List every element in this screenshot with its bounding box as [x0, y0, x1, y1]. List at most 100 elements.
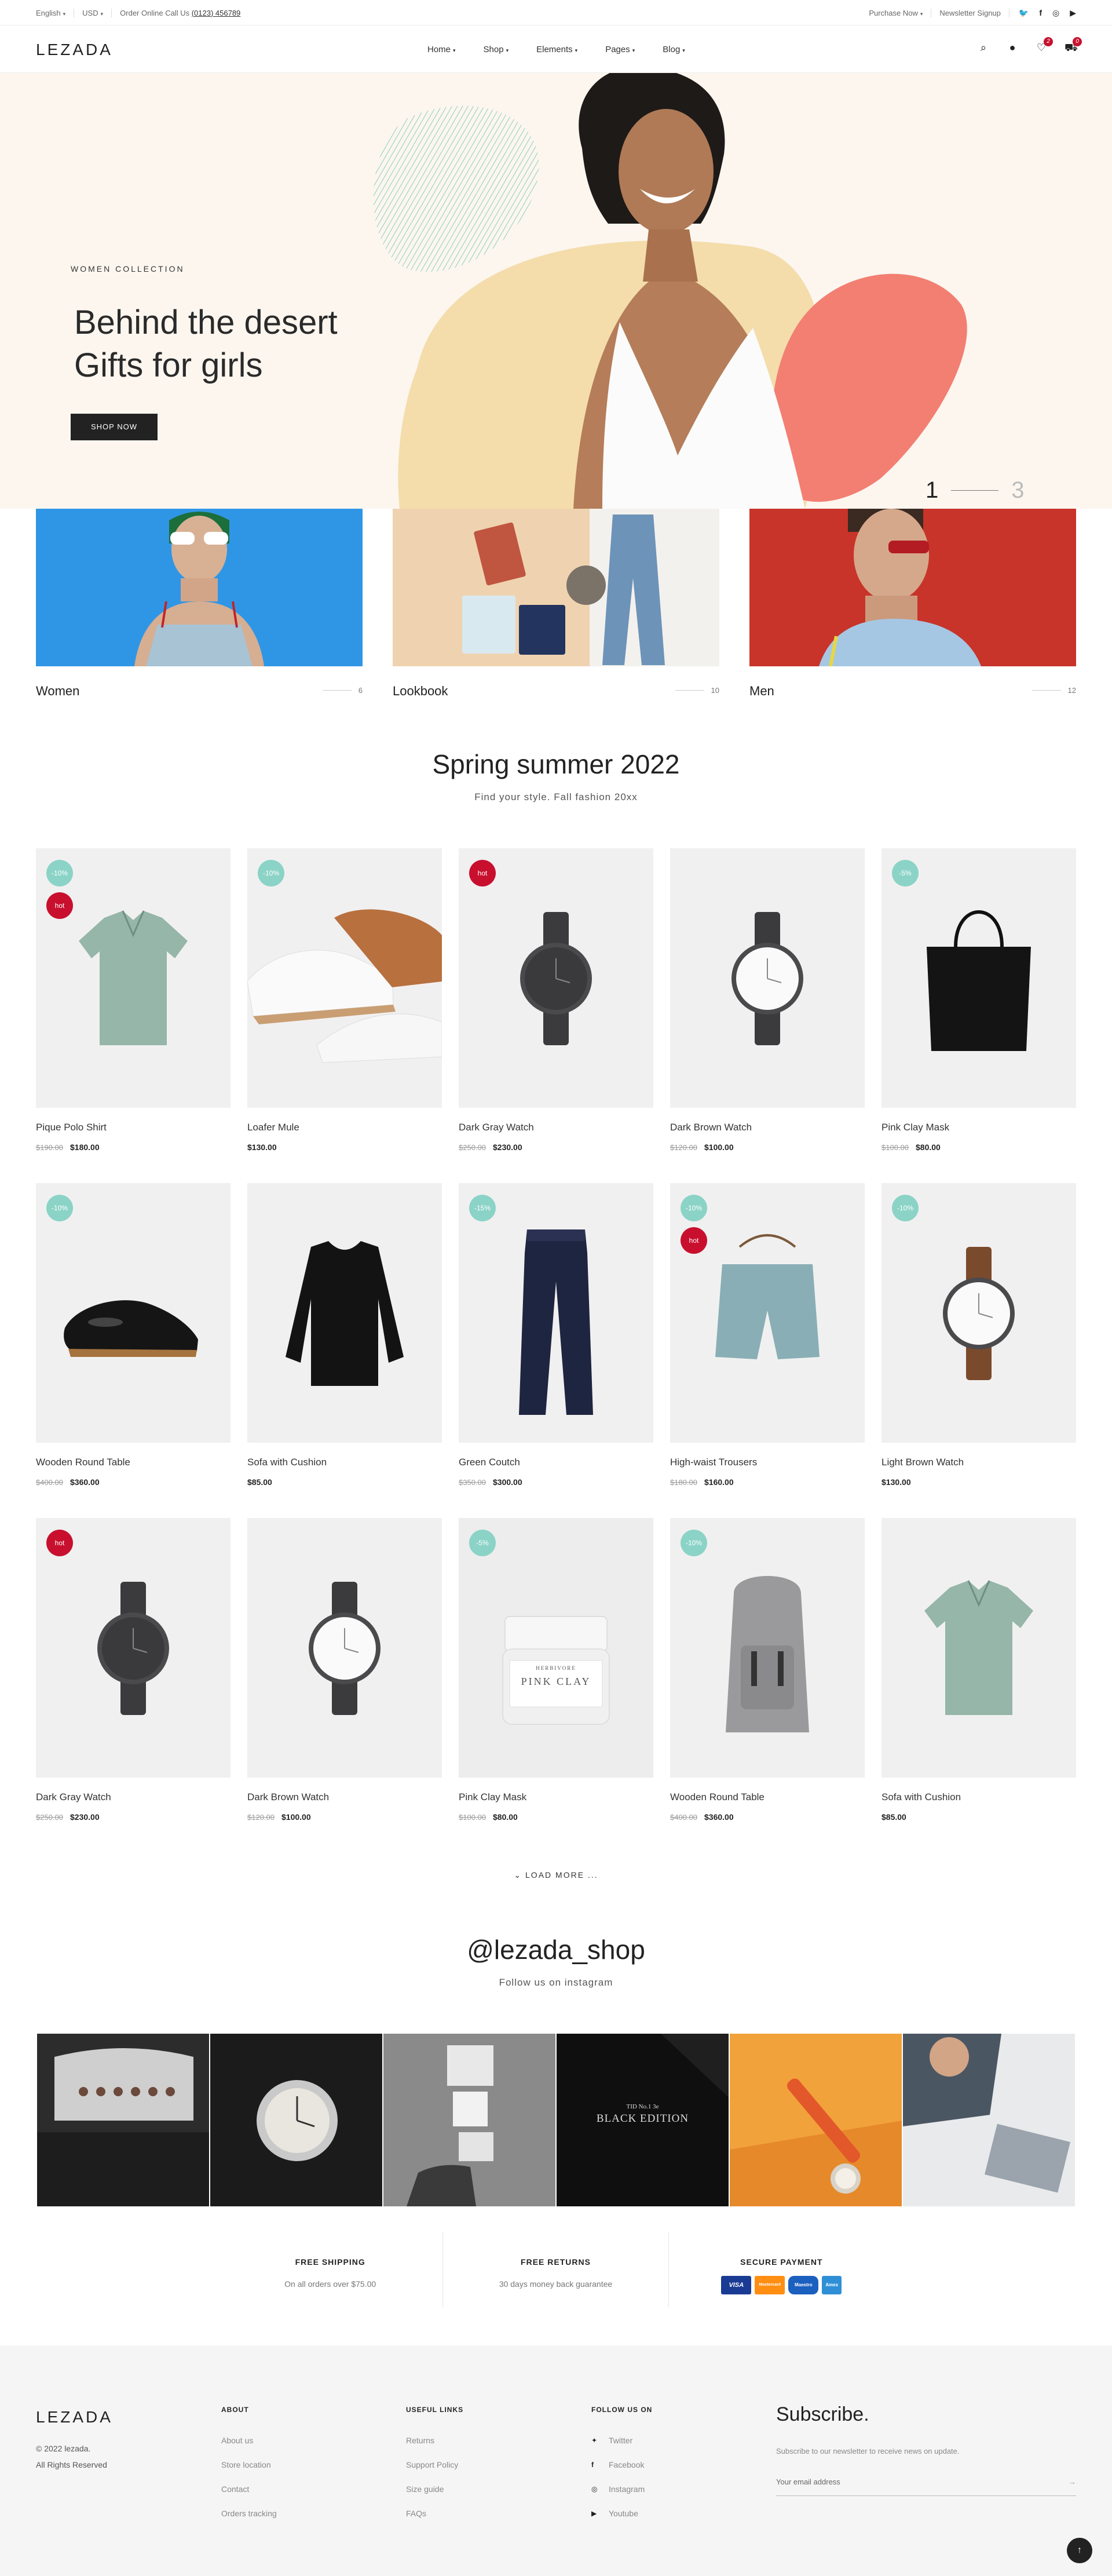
- nav-blog[interactable]: Blog ▾: [663, 45, 685, 54]
- women-illustration: [134, 512, 264, 666]
- product-image[interactable]: -10% hot: [670, 1183, 865, 1443]
- product-card[interactable]: -10% Wooden Round Table $400.00 $360.00: [36, 1183, 231, 1487]
- product-image[interactable]: HERBIVORE PINK CLAY -5%: [459, 1518, 653, 1778]
- tile-caption-small: TID No.1 3e: [626, 2103, 659, 2110]
- currency-select[interactable]: USD ▾: [82, 8, 112, 17]
- footer-twitter-link[interactable]: ✦ Twitter: [591, 2436, 652, 2445]
- category-women[interactable]: Women 6: [36, 509, 363, 698]
- nav-elements[interactable]: Elements ▾: [536, 45, 577, 54]
- product-card[interactable]: hot Dark Gray Watch $250.00 $230.00: [459, 848, 653, 1152]
- product-image[interactable]: [247, 1183, 442, 1443]
- instagram-tile[interactable]: [903, 2034, 1075, 2206]
- product-name[interactable]: Dark Brown Watch: [247, 1791, 329, 1803]
- product-card[interactable]: -15% Green Coutch $350.00 $300.00: [459, 1183, 653, 1487]
- product-name[interactable]: Dark Gray Watch: [36, 1791, 111, 1803]
- instagram-tile[interactable]: TID No.1 3e BLACK EDITION: [557, 2034, 729, 2206]
- product-card[interactable]: Dark Brown Watch $120.00 $100.00: [670, 848, 865, 1152]
- product-card[interactable]: Dark Brown Watch $120.00 $100.00: [247, 1518, 442, 1822]
- language-select[interactable]: English ▾: [36, 8, 75, 17]
- scroll-to-top-button[interactable]: ↑: [1067, 2538, 1092, 2563]
- site-logo[interactable]: LEZADA: [36, 41, 113, 59]
- product-card[interactable]: -10% Loafer Mule $130.00: [247, 848, 442, 1152]
- product-name[interactable]: Dark Gray Watch: [459, 1122, 534, 1133]
- instagram-handle[interactable]: @lezada_shop: [0, 1934, 1112, 1965]
- newsletter-signup-link[interactable]: Newsletter Signup: [931, 8, 1009, 17]
- instagram-tile[interactable]: [730, 2034, 902, 2206]
- email-input[interactable]: Your email address →: [776, 2478, 1076, 2496]
- instagram-icon[interactable]: ◎: [1052, 8, 1059, 18]
- current-price: $230.00: [493, 1143, 522, 1152]
- product-card[interactable]: -5% Pink Clay Mask $100.00 $80.00: [881, 848, 1076, 1152]
- product-name[interactable]: Pink Clay Mask: [459, 1791, 526, 1803]
- instagram-tile[interactable]: [210, 2034, 382, 2206]
- product-image[interactable]: -10%: [247, 848, 442, 1108]
- product-card[interactable]: hot Dark Gray Watch $250.00 $230.00: [36, 1518, 231, 1822]
- search-icon[interactable]: ⌕: [978, 42, 989, 56]
- footer-link[interactable]: Contact: [221, 2484, 277, 2494]
- product-image[interactable]: hot: [459, 848, 653, 1108]
- nav-shop[interactable]: Shop ▾: [484, 45, 509, 54]
- cart-icon[interactable]: ⛟ 0: [1065, 37, 1082, 56]
- product-name[interactable]: Pink Clay Mask: [881, 1122, 949, 1133]
- product-name[interactable]: Dark Brown Watch: [670, 1122, 752, 1133]
- arrow-right-icon[interactable]: →: [1069, 2478, 1076, 2486]
- product-name[interactable]: Sofa with Cushion: [247, 1457, 327, 1468]
- product-image[interactable]: -10%: [36, 1183, 231, 1443]
- product-name[interactable]: Wooden Round Table: [36, 1457, 130, 1468]
- category-lookbook[interactable]: Lookbook 10: [393, 509, 719, 698]
- product-image[interactable]: [247, 1518, 442, 1778]
- instagram-tile[interactable]: [37, 2034, 209, 2206]
- product-card[interactable]: -10% hot High-waist Trousers $180.00 $160.00: [670, 1183, 865, 1487]
- product-image[interactable]: -10%: [670, 1518, 865, 1778]
- facebook-icon[interactable]: f: [1039, 8, 1042, 18]
- product-image[interactable]: -5%: [881, 848, 1076, 1108]
- product-card[interactable]: -10% Wooden Round Table $400.00 $360.00: [670, 1518, 865, 1822]
- product-image[interactable]: -10% hot: [36, 848, 231, 1108]
- purchase-now-link[interactable]: Purchase Now ▾: [861, 8, 932, 17]
- product-name[interactable]: Pique Polo Shirt: [36, 1122, 107, 1133]
- footer-link[interactable]: Returns: [406, 2436, 463, 2445]
- footer-instagram-link[interactable]: ◎ Instagram: [591, 2484, 652, 2494]
- product-image[interactable]: [881, 1518, 1076, 1778]
- phone-link[interactable]: (0123) 456789: [192, 9, 241, 17]
- twitter-icon[interactable]: 🐦: [1019, 8, 1029, 18]
- youtube-icon[interactable]: ▶: [1070, 8, 1076, 18]
- footer-about: ABOUT About us Store location Contact Or…: [221, 2406, 277, 2518]
- product-image[interactable]: hot: [36, 1518, 231, 1778]
- footer-facebook-link[interactable]: f Facebook: [591, 2460, 652, 2469]
- category-count: 10: [675, 686, 719, 695]
- product-image-art: [459, 1518, 653, 1778]
- slide-indicator[interactable]: 1 3: [926, 477, 1025, 503]
- footer-link[interactable]: Size guide: [406, 2484, 463, 2494]
- product-name[interactable]: Green Coutch: [459, 1457, 520, 1468]
- product-image[interactable]: [670, 848, 865, 1108]
- nav-pages[interactable]: Pages ▾: [605, 45, 635, 54]
- product-card[interactable]: Sofa with Cushion $85.00: [881, 1518, 1076, 1822]
- instagram-tile[interactable]: [383, 2034, 555, 2206]
- footer-link[interactable]: Store location: [221, 2460, 277, 2469]
- product-name[interactable]: Wooden Round Table: [670, 1791, 765, 1803]
- discount-badge: -10%: [258, 860, 284, 886]
- product-card[interactable]: HERBIVORE PINK CLAY -5% Pink Clay Mask $100.…: [459, 1518, 653, 1822]
- product-image[interactable]: -15%: [459, 1183, 653, 1443]
- product-name[interactable]: High-waist Trousers: [670, 1457, 757, 1468]
- product-card[interactable]: -10% hot Pique Polo Shirt $190.00 $180.00: [36, 848, 231, 1152]
- footer-logo[interactable]: LEZADA: [36, 2408, 113, 2427]
- footer-link[interactable]: FAQs: [406, 2509, 463, 2518]
- footer-link[interactable]: Support Policy: [406, 2460, 463, 2469]
- shop-now-button[interactable]: SHOP NOW: [71, 414, 158, 440]
- product-name[interactable]: Loafer Mule: [247, 1122, 299, 1133]
- product-image[interactable]: -10%: [881, 1183, 1076, 1443]
- product-card[interactable]: Sofa with Cushion $85.00: [247, 1183, 442, 1487]
- category-men[interactable]: Men 12: [749, 509, 1076, 698]
- product-card[interactable]: -10% Light Brown Watch $130.00: [881, 1183, 1076, 1487]
- wishlist-icon[interactable]: ♡ 2: [1036, 37, 1053, 56]
- nav-home[interactable]: Home ▾: [427, 45, 456, 54]
- product-name[interactable]: Sofa with Cushion: [881, 1791, 961, 1803]
- footer-link[interactable]: Orders tracking: [221, 2509, 277, 2518]
- product-name[interactable]: Light Brown Watch: [881, 1457, 964, 1468]
- account-icon[interactable]: ●: [1007, 42, 1018, 56]
- load-more-button[interactable]: ⌄ LOAD MORE ...: [0, 1870, 1112, 1880]
- footer-youtube-link[interactable]: ▶ Youtube: [591, 2509, 652, 2518]
- footer-link[interactable]: About us: [221, 2436, 277, 2445]
